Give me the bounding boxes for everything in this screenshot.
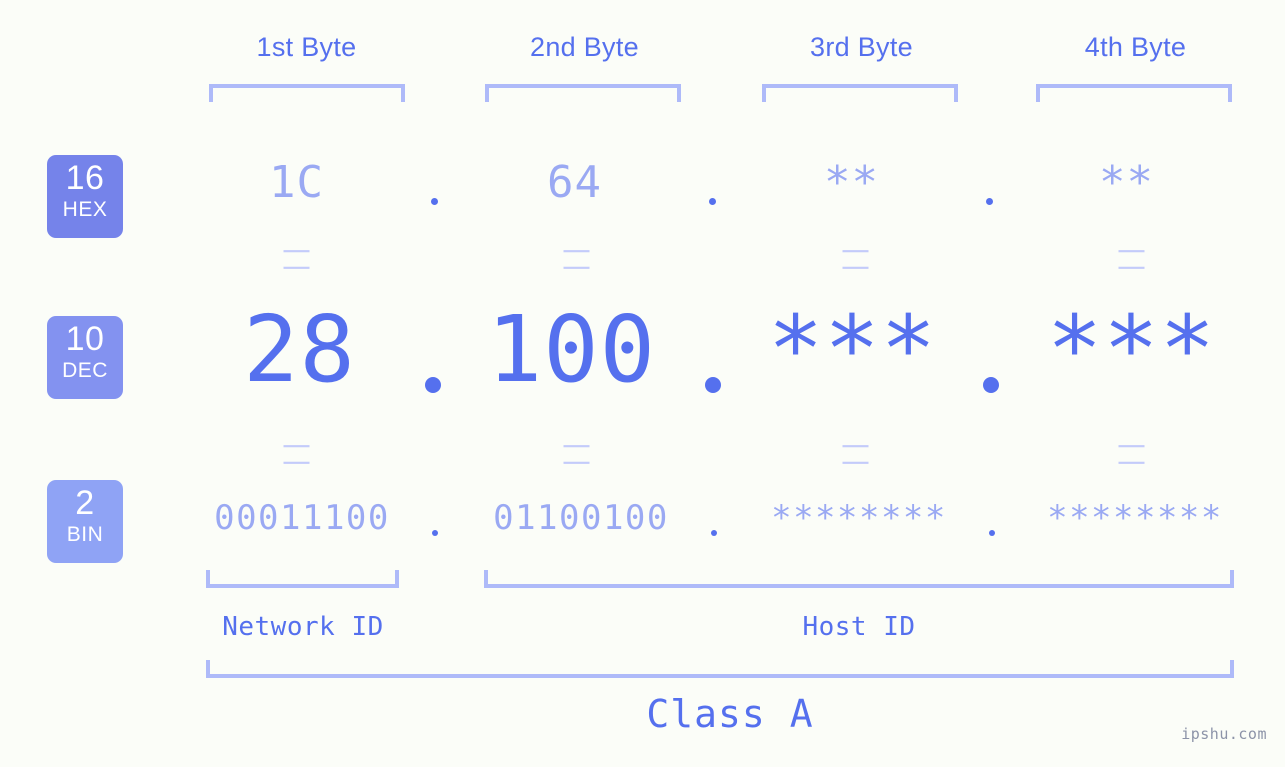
bin-value-byte-3: ******** [771, 498, 947, 538]
byte-header-1: 1st Byte [256, 32, 357, 62]
dec-value-byte-2: 100 [486, 296, 657, 403]
base-badge-bin: 2 BIN [47, 480, 123, 563]
byte-header-3: 3rd Byte [810, 32, 913, 62]
base-badge-hex-abbr: HEX [62, 198, 108, 221]
class-label: Class A [646, 692, 814, 736]
dec-dot-separator-2 [705, 377, 721, 393]
byte-header-4: 4th Byte [1084, 32, 1187, 62]
base-badge-bin-abbr: BIN [66, 523, 104, 546]
bracket-byte-2 [485, 84, 681, 102]
dec-dot-separator-3 [983, 377, 999, 393]
base-badge-bin-number: 2 [75, 484, 95, 522]
bin-value-byte-4: ******** [1047, 498, 1223, 538]
ip-byte-breakdown-diagram: 1st Byte 2nd Byte 3rd Byte 4th Byte 16 H… [0, 0, 1285, 767]
byte-header-2: 2nd Byte [530, 32, 639, 62]
hex-dot-separator-1 [431, 198, 438, 205]
bracket-network-id [206, 570, 399, 588]
bracket-class [206, 660, 1234, 678]
bracket-host-id [484, 570, 1234, 588]
dec-value-byte-4: *** [1046, 296, 1217, 403]
base-badge-dec-number: 10 [65, 320, 105, 358]
host-id-label: Host ID [802, 612, 916, 642]
equals-dec-bin-4: || [1118, 438, 1148, 472]
base-badge-dec: 10 DEC [47, 316, 123, 399]
dec-value-byte-1: 28 [243, 296, 356, 403]
network-id-label: Network ID [222, 612, 384, 642]
equals-dec-bin-2: || [563, 438, 593, 472]
hex-dot-separator-2 [709, 198, 716, 205]
equals-dec-bin-3: || [842, 438, 872, 472]
watermark: ipshu.com [1181, 725, 1267, 743]
bin-value-byte-2: 01100100 [493, 498, 669, 538]
bin-dot-separator-3 [989, 530, 995, 536]
hex-dot-separator-3 [986, 198, 993, 205]
bracket-byte-4 [1036, 84, 1232, 102]
equals-dec-bin-1: || [283, 438, 313, 472]
base-badge-hex-number: 16 [65, 159, 105, 197]
bracket-byte-3 [762, 84, 958, 102]
bracket-byte-1 [209, 84, 405, 102]
dec-dot-separator-1 [425, 377, 441, 393]
base-badge-hex: 16 HEX [47, 155, 123, 238]
bin-value-byte-1: 00011100 [214, 498, 390, 538]
base-badge-dec-abbr: DEC [62, 359, 108, 382]
dec-value-byte-3: *** [767, 296, 938, 403]
bin-dot-separator-2 [711, 530, 717, 536]
bin-dot-separator-1 [432, 530, 438, 536]
